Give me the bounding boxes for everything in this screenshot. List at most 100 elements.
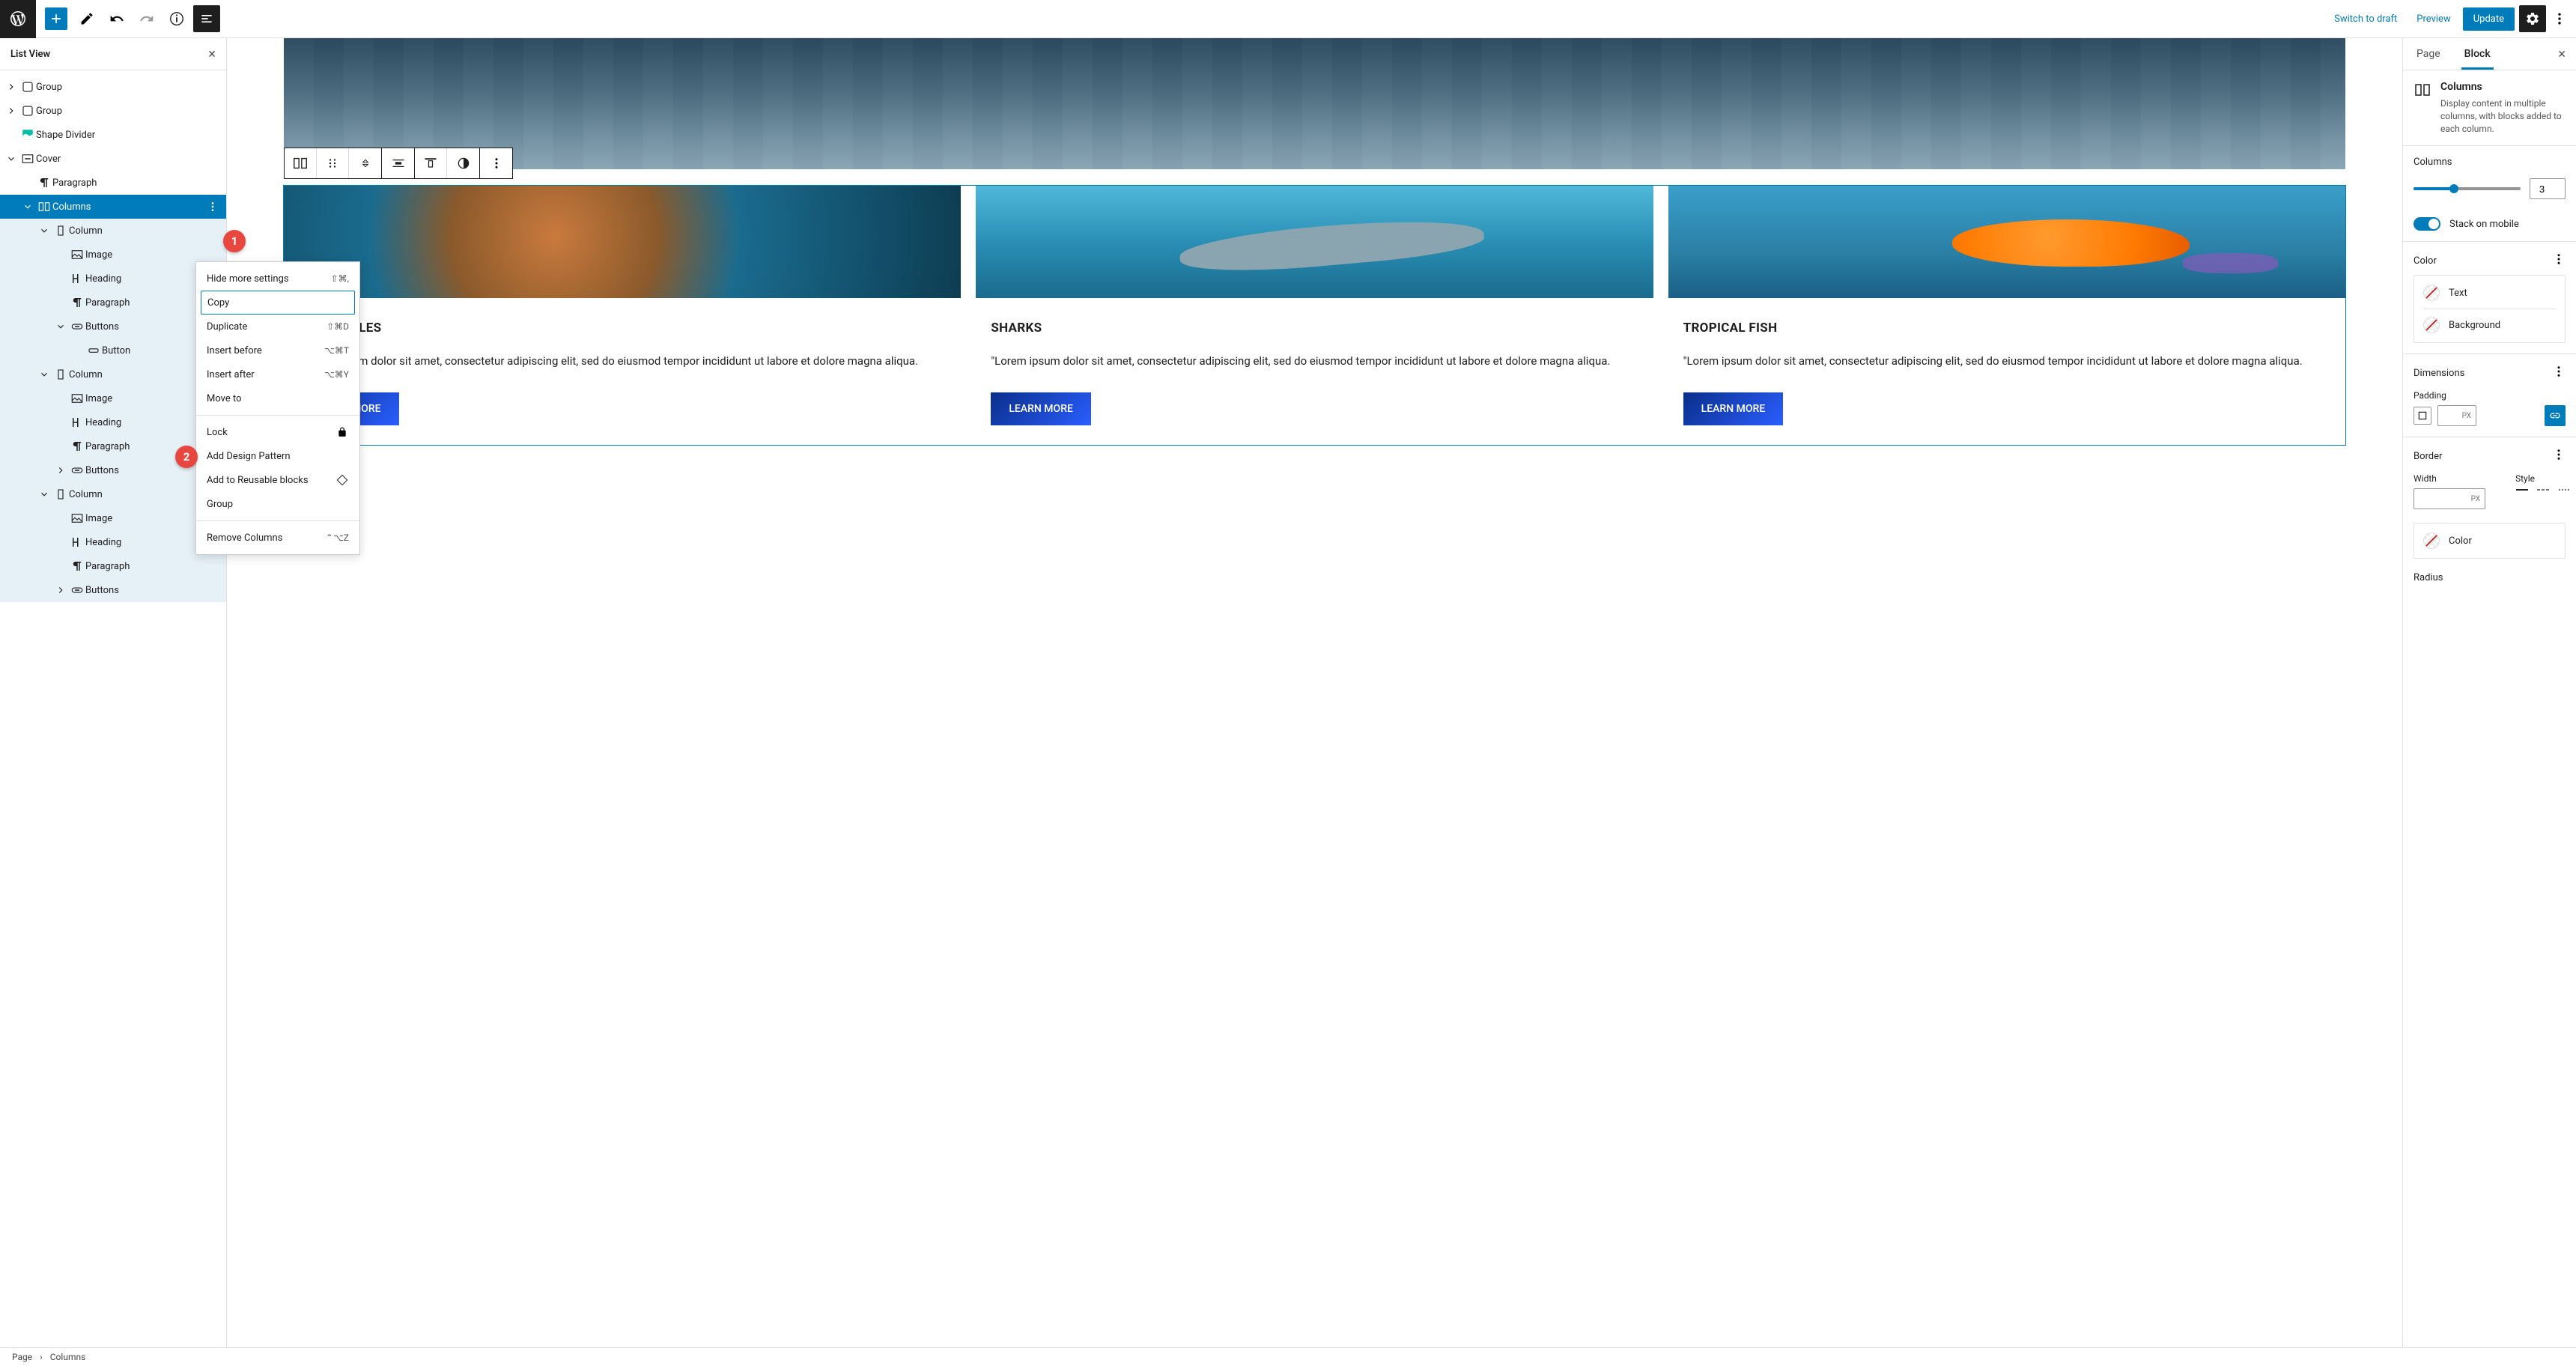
tree-item-columns[interactable]: Columns (0, 195, 226, 219)
tree-item-heading[interactable]: Heading (0, 267, 226, 291)
menu-copy[interactable]: Copy (201, 291, 355, 315)
column-card[interactable]: SHARKS "Lorem ipsum dolor sit amet, conse… (976, 186, 1653, 445)
vertical-align-button[interactable] (415, 148, 447, 178)
block-options-button[interactable] (480, 148, 512, 178)
breadcrumb-page[interactable]: Page (12, 1352, 32, 1362)
toggle-icon[interactable] (52, 465, 69, 476)
toggle-icon[interactable] (52, 585, 69, 595)
tree-item-shape-divider[interactable]: Shape Divider (0, 123, 226, 147)
style-solid-button[interactable] (2515, 488, 2529, 491)
card-heading[interactable]: SEA TURTLES (299, 321, 946, 336)
tab-page[interactable]: Page (2414, 38, 2443, 70)
menu-remove-columns[interactable]: Remove Columns⌃⌥Z (196, 526, 359, 550)
card-paragraph[interactable]: "Lorem ipsum dolor sit amet, consectetur… (991, 352, 1638, 370)
padding-sides-button[interactable] (2414, 407, 2431, 425)
dimensions-options-button[interactable] (2552, 365, 2566, 381)
duotone-button[interactable] (447, 148, 479, 178)
border-options-button[interactable] (2552, 448, 2566, 464)
toggle-icon[interactable] (36, 489, 52, 500)
tree-item-buttons[interactable]: Buttons (0, 315, 226, 339)
tree-item-paragraph[interactable]: Paragraph (0, 171, 226, 195)
wordpress-logo[interactable] (0, 0, 36, 38)
tree-item-cover[interactable]: Cover (0, 147, 226, 171)
padding-input[interactable]: PX (2437, 405, 2476, 426)
menu-insert-before[interactable]: Insert before⌥⌘T (196, 339, 359, 362)
column-card[interactable]: TROPICAL FISH "Lorem ipsum dolor sit amet… (1668, 186, 2345, 445)
tree-item-group[interactable]: Group (0, 99, 226, 123)
align-button[interactable] (382, 148, 414, 178)
toggle-icon[interactable] (3, 106, 19, 116)
settings-toggle-button[interactable] (2519, 5, 2546, 32)
details-button[interactable] (163, 5, 190, 32)
card-paragraph[interactable]: "Lorem ipsum dolor sit amet, consectetur… (1683, 352, 2330, 370)
learn-more-button[interactable]: LEARN MORE (991, 392, 1091, 425)
options-menu-button[interactable] (2551, 5, 2569, 32)
background-color-button[interactable]: Background (2423, 309, 2556, 341)
update-button[interactable]: Update (2463, 7, 2515, 31)
cover-block-image[interactable] (284, 38, 2345, 169)
columns-block-icon[interactable] (285, 148, 317, 178)
border-width-input[interactable]: PX (2414, 488, 2485, 509)
columns-slider[interactable] (2414, 187, 2521, 190)
breadcrumb-current[interactable]: Columns (50, 1352, 86, 1362)
learn-more-button[interactable]: LEARN MORE (1683, 392, 1784, 425)
tree-item-options-button[interactable] (205, 201, 220, 213)
tree-item-group[interactable]: Group (0, 75, 226, 99)
text-color-button[interactable]: Text (2423, 277, 2556, 309)
color-options-button[interactable] (2552, 252, 2566, 269)
close-list-view-button[interactable]: × (208, 46, 216, 62)
link-padding-button[interactable] (2545, 405, 2566, 426)
toggle-icon[interactable] (36, 369, 52, 380)
undo-button[interactable] (103, 5, 130, 32)
editor-canvas[interactable]: SEA TURTLES "Lorem ipsum dolor sit amet, … (227, 38, 2402, 1347)
tree-item-image[interactable]: Image (0, 386, 226, 410)
tree-item-paragraph[interactable]: Paragraph (0, 554, 226, 578)
menu-move-to[interactable]: Move to (196, 386, 359, 410)
style-dotted-button[interactable] (2557, 488, 2571, 491)
tree-item-column[interactable]: Column (0, 219, 226, 243)
toggle-icon[interactable] (3, 82, 19, 92)
border-color-button[interactable]: Color (2423, 525, 2556, 556)
add-block-button[interactable] (45, 7, 67, 30)
columns-number-input[interactable] (2530, 178, 2566, 199)
card-paragraph[interactable]: "Lorem ipsum dolor sit amet, consectetur… (299, 352, 946, 370)
card-image[interactable] (1668, 186, 2345, 298)
toggle-icon[interactable] (3, 154, 19, 164)
toggle-icon[interactable] (36, 225, 52, 236)
preview-button[interactable]: Preview (2409, 9, 2458, 29)
card-heading[interactable]: TROPICAL FISH (1683, 321, 2330, 336)
switch-to-draft-button[interactable]: Switch to draft (2327, 9, 2405, 29)
drag-handle[interactable] (317, 148, 349, 178)
menu-hide-more-settings[interactable]: Hide more settings⇧⌘, (196, 267, 359, 291)
menu-add-reusable[interactable]: Add to Reusable blocks (196, 468, 359, 492)
tab-block[interactable]: Block (2461, 38, 2494, 70)
toggle-icon[interactable] (52, 321, 69, 332)
move-up-down[interactable] (349, 148, 381, 178)
tree-item-paragraph[interactable]: Paragraph (0, 291, 226, 315)
tree-item-heading[interactable]: Heading (0, 530, 226, 554)
card-image[interactable] (284, 186, 961, 298)
menu-add-design-pattern[interactable]: Add Design Pattern (196, 444, 359, 468)
tree-item-image[interactable]: Image (0, 243, 226, 267)
tree-item-image[interactable]: Image (0, 506, 226, 530)
column-card[interactable]: SEA TURTLES "Lorem ipsum dolor sit amet, … (284, 186, 961, 445)
tree-item-column[interactable]: Column (0, 362, 226, 386)
tree-item-heading[interactable]: Heading (0, 410, 226, 434)
stack-on-mobile-toggle[interactable] (2414, 217, 2440, 231)
tree-item-buttons[interactable]: Buttons (0, 578, 226, 602)
menu-lock[interactable]: Lock (196, 420, 359, 444)
tree-item-column[interactable]: Column (0, 482, 226, 506)
edit-tool-button[interactable] (73, 5, 100, 32)
menu-duplicate[interactable]: Duplicate⇧⌘D (196, 315, 359, 339)
close-sidebar-button[interactable]: × (2558, 46, 2566, 62)
menu-group[interactable]: Group (196, 492, 359, 516)
columns-block[interactable]: SEA TURTLES "Lorem ipsum dolor sit amet, … (284, 186, 2345, 445)
card-heading[interactable]: SHARKS (991, 321, 1638, 336)
redo-button[interactable] (133, 5, 160, 32)
toggle-icon[interactable] (19, 201, 36, 212)
card-image[interactable] (976, 186, 1653, 298)
list-view-toggle-button[interactable] (193, 5, 220, 32)
tree-item-button[interactable]: Button (0, 339, 226, 362)
style-dashed-button[interactable] (2536, 488, 2550, 491)
menu-insert-after[interactable]: Insert after⌥⌘Y (196, 362, 359, 386)
